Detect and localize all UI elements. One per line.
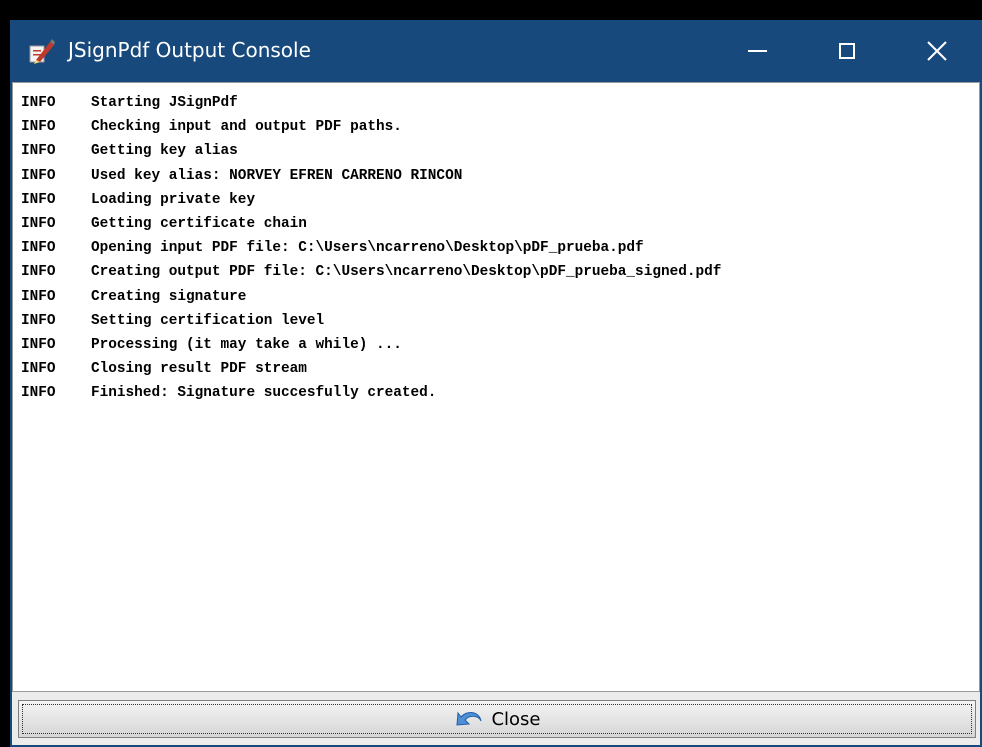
- log-level: INFO: [21, 336, 56, 353]
- log-message: Starting JSignPdf: [91, 95, 238, 111]
- log-level: INFO: [21, 361, 56, 378]
- log-message: Creating output PDF file: C:\Users\ncarr…: [91, 264, 722, 281]
- log-message: Processing (it may take a while) ...: [91, 336, 402, 353]
- log-level: INFO: [21, 385, 56, 402]
- log-message: Getting key alias: [91, 143, 238, 160]
- log-line: INFO Getting key alias: [21, 139, 979, 163]
- log-level: INFO: [21, 119, 56, 136]
- log-line: INFO Processing (it may take a while) ...: [21, 333, 979, 357]
- log-message: Closing result PDF stream: [91, 361, 307, 378]
- log-line: INFO Creating output PDF file: C:\Users\n…: [21, 260, 979, 284]
- undo-arrow-icon: [456, 711, 482, 726]
- minimize-icon: [747, 50, 767, 52]
- log-level: INFO: [21, 264, 56, 281]
- close-icon: [927, 41, 947, 61]
- log-level: INFO: [21, 215, 56, 232]
- minimize-button[interactable]: [712, 20, 802, 82]
- window-client-area: INFO Starting JSignPdf INFO Checking input…: [12, 82, 980, 745]
- log-message: Opening input PDF file: C:\Users\ncarren…: [91, 240, 644, 257]
- log-message: Checking input and output PDF paths.: [91, 119, 402, 136]
- log-line: INFO Getting certificate chain: [21, 212, 979, 236]
- title-bar[interactable]: JSignPdf Output Console: [10, 20, 982, 82]
- log-message: Getting certificate chain: [91, 215, 307, 232]
- log-level: INFO: [21, 312, 56, 329]
- window-title: JSignPdf Output Console: [68, 38, 311, 62]
- log-line: INFO Checking input and output PDF paths.: [21, 115, 979, 139]
- close-window-button[interactable]: [892, 20, 982, 82]
- log-level: INFO: [21, 288, 56, 305]
- log-message: Setting certification level: [91, 312, 325, 329]
- console-output-area[interactable]: INFO Starting JSignPdf INFO Checking input…: [12, 82, 980, 692]
- log-line: INFO Starting JSignPdf: [21, 91, 979, 115]
- log-message: Loading private key: [91, 191, 256, 208]
- log-message: Finished: Signature succesfully created.: [91, 385, 437, 402]
- log-line: INFO Loading private key: [21, 188, 979, 212]
- log-line: INFO Creating signature: [21, 285, 979, 309]
- log-line: INFO Finished: Signature succesfully crea…: [21, 381, 979, 405]
- log-level: INFO: [21, 167, 56, 184]
- maximize-button[interactable]: [802, 20, 892, 82]
- close-button[interactable]: Close: [18, 700, 976, 738]
- close-button-label: Close: [491, 708, 541, 730]
- log-line: INFO Opening input PDF file: C:\Users\nca…: [21, 236, 979, 260]
- log-level: INFO: [21, 191, 56, 208]
- log-line: INFO Closing result PDF stream: [21, 357, 979, 381]
- log-line: INFO Setting certification level: [21, 309, 979, 333]
- log-line: INFO Used key alias: NORVEY EFREN CARRENO…: [21, 164, 979, 188]
- maximize-icon: [839, 43, 855, 59]
- log-level: INFO: [21, 143, 56, 160]
- log-message: Creating signature: [91, 288, 247, 305]
- button-bar: Close: [12, 694, 980, 745]
- log-level: INFO: [21, 95, 56, 111]
- jsignpdf-pen-icon: [29, 39, 55, 64]
- screen-top-strip: [0, 0, 982, 20]
- log-message: Used key alias: NORVEY EFREN CARRENO RIN…: [91, 167, 463, 184]
- log-level: INFO: [21, 240, 56, 257]
- output-console-window: JSignPdf Output Console INFO Starting JSi…: [10, 20, 982, 747]
